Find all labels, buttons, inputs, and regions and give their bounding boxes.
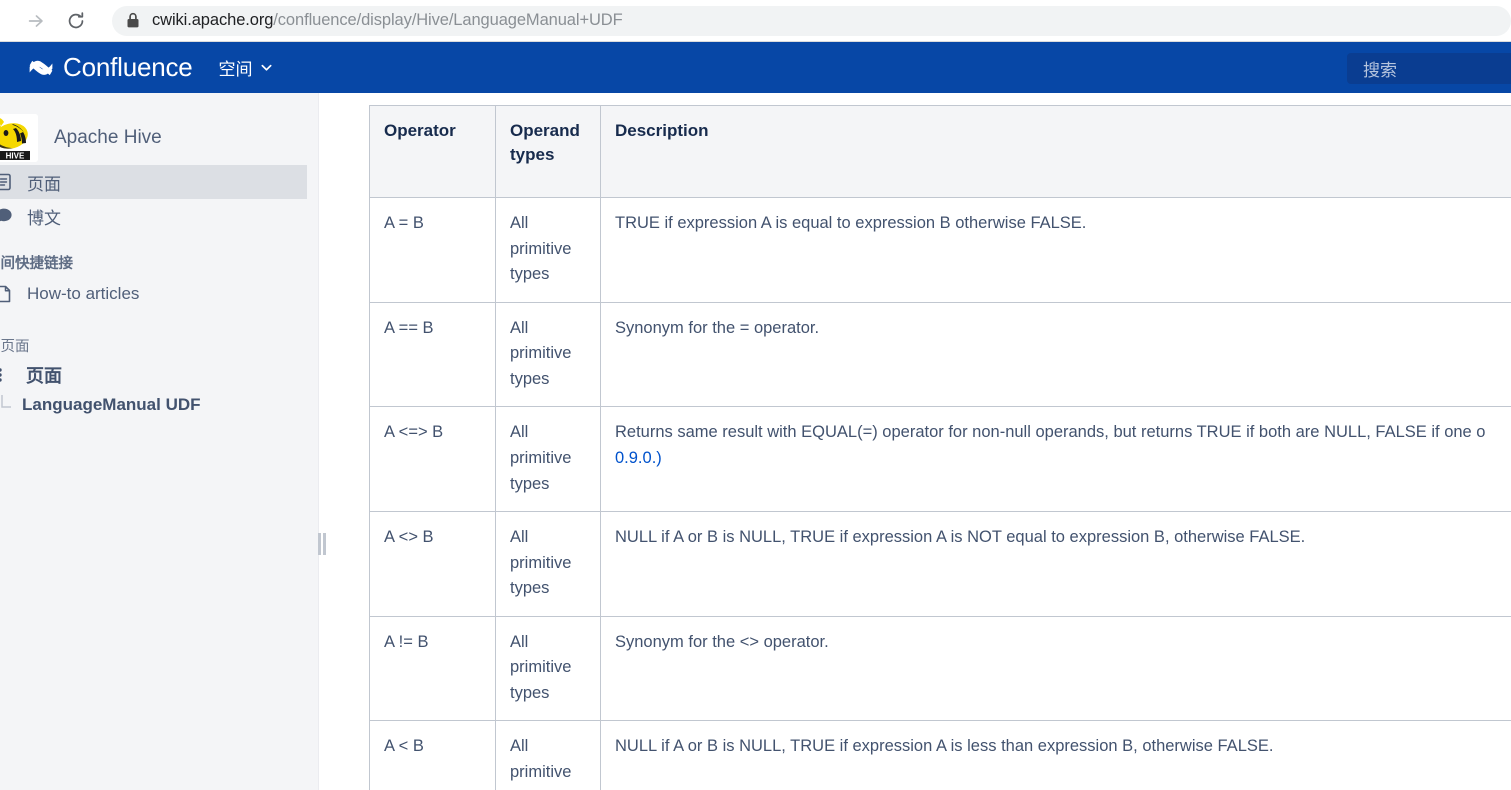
sidebar-item-how-to-articles[interactable]: How-to articles (0, 277, 320, 311)
spaces-menu[interactable]: 空间 (219, 55, 273, 80)
description-version-link[interactable]: 0.9.0.) (615, 449, 662, 467)
cell-description: TRUE if expression A is equal to express… (600, 197, 1511, 303)
sidebar-tree-root[interactable]: 页面 (0, 360, 320, 390)
cell-operator: A <=> B (369, 406, 496, 513)
sidebar-tree-item-languagemanual-udf[interactable]: LanguageManual UDF (0, 390, 320, 420)
operators-table: Operator Operand types Description A = B… (369, 105, 1511, 790)
spaces-label: 空间 (218, 60, 253, 79)
page-content: Operator Operand types Description A = B… (327, 93, 1511, 790)
reload-icon (68, 11, 84, 28)
table-header-row: Operator Operand types Description (369, 105, 1511, 198)
column-header-description: Description (600, 105, 1511, 198)
sidebar-divider (318, 93, 322, 790)
url-domain: cwiki.apache.org (152, 11, 274, 29)
cell-description: Synonym for the = operator. (600, 301, 1511, 408)
tree-elbow-icon (0, 395, 14, 415)
confluence-home-link[interactable]: Confluence (28, 52, 193, 83)
cell-description: Returns same result with EQUAL(=) operat… (600, 406, 1511, 513)
url-text: cwiki.apache.org/confluence/display/Hive… (152, 11, 623, 30)
table-row: A <=> B All primitive types Returns same… (369, 406, 1511, 513)
apache-hive-bee-logo: HIVE (0, 114, 38, 162)
space-header[interactable]: HIVE Apache Hive (0, 93, 320, 165)
browser-toolbar: cwiki.apache.org/confluence/display/Hive… (0, 0, 1511, 42)
confluence-wordmark: Confluence (63, 52, 193, 82)
cell-operand-types: All primitive types (495, 197, 601, 303)
sidebar-item-pages[interactable]: 页面 (0, 165, 307, 199)
cell-operator: A = B (369, 197, 496, 303)
lock-icon (126, 12, 140, 29)
forward-button[interactable] (22, 7, 50, 35)
sidebar-tree-root-label: 页面 (26, 366, 62, 386)
sidebar-item-how-to-articles-label: How-to articles (27, 284, 140, 303)
search-input[interactable]: 搜索 (1347, 53, 1511, 84)
url-path: /confluence/display/Hive/LanguageManual+… (273, 11, 623, 29)
table-row: A <> B All primitive types NULL if A or … (369, 511, 1511, 617)
sidebar-item-pages-label: 页面 (27, 174, 61, 194)
app-switcher-grid-icon (0, 57, 16, 79)
cell-operator: A != B (369, 615, 496, 722)
cell-description: NULL if A or B is NULL, TRUE if expressi… (600, 720, 1511, 790)
child-pages-heading: 子页面 (0, 339, 30, 355)
cell-operator: A == B (369, 301, 496, 408)
cell-operand-types: All primitive types (495, 615, 601, 722)
confluence-logo-icon (29, 60, 53, 75)
cell-description: Synonym for the <> operator. (600, 615, 1511, 722)
chevron-down-icon (260, 61, 273, 74)
shortcuts-heading: 空间快捷链接 (0, 256, 73, 272)
sidebar-item-blog-label: 博文 (27, 208, 61, 228)
grip-bar-2 (323, 533, 326, 555)
cell-operand-types: All primitive types (495, 720, 601, 790)
sidebar-tree-item-label: LanguageManual UDF (22, 395, 201, 414)
blog-icon (0, 206, 14, 226)
address-bar[interactable]: cwiki.apache.org/confluence/display/Hive… (112, 5, 1511, 36)
cell-operand-types: All primitive types (495, 511, 601, 617)
table-row: A = B All primitive types TRUE if expres… (369, 197, 1511, 303)
pages-icon (0, 172, 14, 192)
description-text: Returns same result with EQUAL(=) operat… (615, 423, 1486, 442)
svg-text:HIVE: HIVE (6, 151, 25, 160)
cell-operand-types: All primitive types (495, 406, 601, 513)
cell-operator: A < B (369, 720, 496, 790)
confluence-header: Confluence 空间 搜索 (0, 42, 1511, 93)
grip-bar-1 (318, 533, 321, 555)
table-row: A == B All primitive types Synonym for t… (369, 301, 1511, 408)
cell-operand-types: All primitive types (495, 301, 601, 408)
table-row: A != B All primitive types Synonym for t… (369, 615, 1511, 722)
space-name: Apache Hive (54, 127, 162, 148)
sidebar-item-blog[interactable]: 博文 (0, 199, 320, 233)
search-placeholder: 搜索 (1363, 61, 1397, 80)
column-header-operator: Operator (369, 105, 496, 198)
page-tree-icon (0, 365, 14, 385)
cell-description: NULL if A or B is NULL, TRUE if expressi… (600, 511, 1511, 617)
space-sidebar: HIVE Apache Hive 页面 博文 空间快捷链接 H (0, 93, 320, 790)
cell-operator: A <> B (369, 511, 496, 617)
reload-button[interactable] (62, 7, 90, 35)
table-row: A < B All primitive types NULL if A or B… (369, 720, 1511, 790)
column-header-operand-types: Operand types (495, 105, 601, 198)
sidebar-resize-grip[interactable] (318, 533, 326, 555)
app-switcher-button[interactable] (0, 55, 18, 81)
page-link-icon (0, 284, 14, 304)
arrow-forward-icon (28, 14, 43, 27)
